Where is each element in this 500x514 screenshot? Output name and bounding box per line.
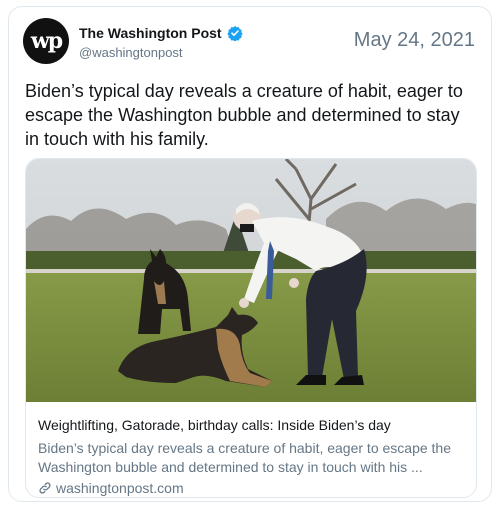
avatar[interactable]: wp (23, 18, 69, 64)
card-image[interactable] (26, 159, 477, 402)
tweet-text: Biden’s typical day reveals a creature o… (25, 81, 463, 149)
account-handle[interactable]: @washingtonpost (79, 45, 183, 60)
verified-badge-icon (226, 26, 243, 41)
tweet-date[interactable]: May 24, 2021 (354, 29, 475, 52)
link-icon (39, 482, 51, 494)
link-preview-card[interactable]: Weightlifting, Gatorade, birthday calls:… (25, 158, 477, 498)
tweet-card[interactable]: wp The Washington Post @washingtonpost M… (8, 6, 492, 502)
account-name-row: The Washington Post (79, 25, 243, 41)
account-name[interactable]: The Washington Post (79, 25, 222, 41)
card-title[interactable]: Weightlifting, Gatorade, birthday calls:… (38, 417, 468, 433)
card-description: Biden’s typical day reveals a creature o… (38, 440, 451, 475)
avatar-logo: wp (30, 28, 63, 54)
card-domain: washingtonpost.com (56, 480, 184, 496)
card-link[interactable]: washingtonpost.com (38, 480, 184, 496)
